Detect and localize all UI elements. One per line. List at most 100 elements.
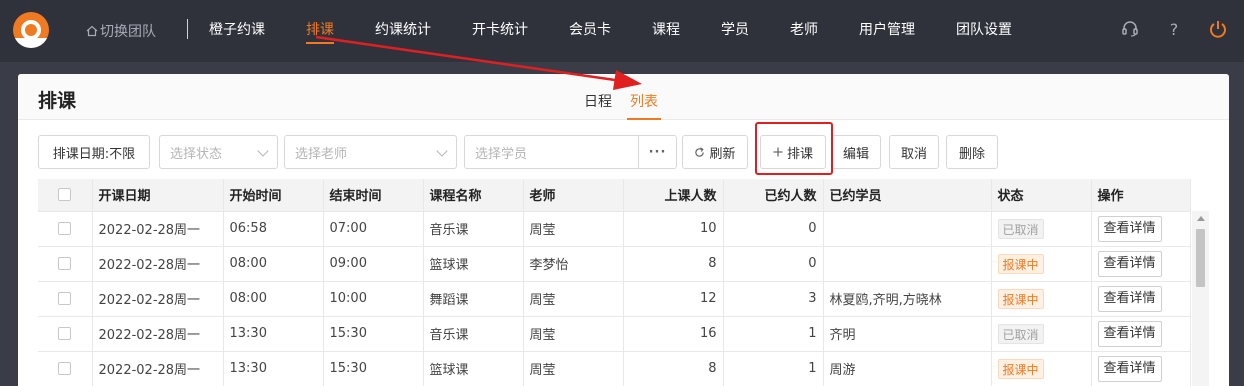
- row-checkbox[interactable]: [58, 327, 72, 340]
- cell-teacher: 周莹: [523, 211, 624, 247]
- help-icon[interactable]: ?: [1164, 18, 1184, 40]
- nav-item-4[interactable]: 会员卡: [569, 20, 611, 44]
- filter-toolbar: 排课日期:不限 选择状态 选择老师 选择学员 ··· 刷新 排课 编辑 取消 删…: [38, 135, 1218, 169]
- row-checkbox-cell: [38, 316, 93, 352]
- delete-button[interactable]: 删除: [946, 135, 998, 169]
- row-checkbox[interactable]: [58, 222, 72, 235]
- refresh-button[interactable]: 刷新: [682, 135, 748, 169]
- edit-button[interactable]: 编辑: [831, 135, 881, 169]
- schedule-table: 开课日期 开始时间 结束时间 课程名称 老师 上课人数 已约人数 已约学员 状态 操作 2022-…: [38, 179, 1191, 386]
- chevron-down-icon: [257, 145, 269, 157]
- cell-teacher: 周莹: [523, 316, 624, 352]
- cell-start: 08:00: [223, 246, 324, 282]
- view-detail-button[interactable]: 查看详情: [1097, 250, 1162, 277]
- cell-students: [823, 246, 992, 282]
- nav-item-5[interactable]: 课程: [652, 20, 680, 44]
- nav-item-1[interactable]: 排课: [306, 20, 334, 44]
- cell-status: 已取消: [991, 211, 1092, 247]
- row-checkbox-cell: [38, 246, 93, 282]
- nav-item-2[interactable]: 约课统计: [375, 20, 431, 44]
- teacher-select[interactable]: 选择老师: [284, 135, 457, 169]
- cell-date: 2022-02-28周一: [92, 316, 224, 352]
- cell-action: 查看详情: [1091, 211, 1191, 247]
- cell-course: 舞蹈课: [423, 281, 524, 317]
- status-badge: 报课中: [997, 253, 1044, 274]
- cell-students: 齐明: [823, 316, 992, 352]
- topbar-actions: ?: [1120, 18, 1228, 40]
- cell-course: 音乐课: [423, 211, 524, 247]
- panel-header: 排课 日程 列表: [18, 74, 1229, 120]
- student-picker[interactable]: 选择学员 ···: [464, 135, 677, 169]
- switch-team-button[interactable]: 切换团队: [86, 21, 156, 41]
- brand-logo-icon[interactable]: [13, 12, 49, 48]
- view-detail-button[interactable]: 查看详情: [1097, 215, 1162, 242]
- cell-action: 查看详情: [1091, 316, 1191, 352]
- row-checkbox[interactable]: [58, 362, 72, 375]
- view-detail-button[interactable]: 查看详情: [1097, 355, 1162, 382]
- cell-booked: 0: [723, 246, 824, 282]
- cell-booked: 1: [723, 351, 824, 386]
- top-navigation-bar: 切换团队 橙子约课 排课 约课统计 开卡统计 会员卡 课程 学员 老师 用户管理 团队设置 ?: [0, 0, 1244, 62]
- row-checkbox[interactable]: [58, 257, 72, 270]
- student-picker-more-button[interactable]: ···: [638, 136, 676, 168]
- cell-action: 查看详情: [1091, 281, 1191, 317]
- view-detail-button[interactable]: 查看详情: [1097, 320, 1162, 347]
- table-body: 2022-02-28周一 06:58 07:00 音乐课 周莹 10 0 已取消 查看详情 202…: [38, 211, 1191, 386]
- cell-students: 林夏鸥,齐明,方晓林: [823, 281, 992, 317]
- headset-icon[interactable]: [1120, 18, 1140, 40]
- schedule-panel: 排课 日程 列表 排课日期:不限 选择状态 选择老师 选择学员 ··· 刷新 排课…: [18, 74, 1229, 386]
- refresh-icon: [695, 146, 705, 157]
- main-nav: 橙子约课 排课 约课统计 开卡统计 会员卡 课程 学员 老师 用户管理 团队设置: [209, 20, 1012, 44]
- nav-item-9[interactable]: 团队设置: [956, 20, 1012, 44]
- table-row[interactable]: 2022-02-28周一 13:30 15:30 音乐课 周莹 16 1 齐明 已取消 查看详情: [38, 316, 1191, 352]
- status-badge: 报课中: [997, 288, 1044, 309]
- cell-end: 09:00: [323, 246, 424, 282]
- cell-date: 2022-02-28周一: [92, 281, 224, 317]
- view-tab-0[interactable]: 日程: [584, 91, 612, 120]
- table-row[interactable]: 2022-02-28周一 08:00 09:00 篮球课 李梦怡 8 0 报课中 查看详情: [38, 246, 1191, 282]
- view-detail-button[interactable]: 查看详情: [1097, 285, 1162, 312]
- cell-teacher: 李梦怡: [523, 246, 624, 282]
- nav-item-7[interactable]: 老师: [790, 20, 818, 44]
- cancel-button[interactable]: 取消: [889, 135, 939, 169]
- column-header: 操作: [1091, 179, 1191, 212]
- status-select-placeholder: 选择状态: [170, 146, 223, 162]
- row-checkbox-cell: [38, 351, 93, 386]
- cell-end: 07:00: [323, 211, 424, 247]
- cell-teacher: 周莹: [523, 281, 624, 317]
- cell-status: 报课中: [991, 351, 1092, 386]
- row-checkbox[interactable]: [58, 292, 72, 305]
- date-filter-button[interactable]: 排课日期:不限: [38, 135, 150, 169]
- cell-students: [823, 211, 992, 247]
- table-row[interactable]: 2022-02-28周一 13:30 15:30 篮球课 周莹 8 1 周游 报课中 查看详情: [38, 351, 1191, 386]
- teacher-select-placeholder: 选择老师: [295, 146, 348, 162]
- select-all-checkbox-cell: [38, 179, 93, 212]
- table-row[interactable]: 2022-02-28周一 08:00 10:00 舞蹈课 周莹 12 3 林夏鸥,齐明,方晓林…: [38, 281, 1191, 317]
- table-row[interactable]: 2022-02-28周一 06:58 07:00 音乐课 周莹 10 0 已取消 查看详情: [38, 211, 1191, 247]
- view-tabs: 日程 列表: [584, 91, 661, 120]
- scroll-up-icon[interactable]: [1197, 216, 1205, 221]
- nav-item-6[interactable]: 学员: [721, 20, 749, 44]
- cell-status: 报课中: [991, 246, 1092, 282]
- cell-start: 08:00: [223, 281, 324, 317]
- cell-booked: 3: [723, 281, 824, 317]
- cell-status: 已取消: [991, 316, 1092, 352]
- nav-item-3[interactable]: 开卡统计: [472, 20, 528, 44]
- view-tab-1[interactable]: 列表: [627, 91, 661, 120]
- status-select[interactable]: 选择状态: [159, 135, 278, 169]
- column-header: 老师: [523, 179, 624, 212]
- table-scrollbar[interactable]: [1192, 211, 1209, 386]
- scrollbar-thumb[interactable]: [1196, 229, 1205, 287]
- power-icon[interactable]: [1208, 18, 1228, 40]
- nav-divider: [187, 19, 188, 39]
- cell-course: 篮球课: [423, 351, 524, 386]
- column-header: 状态: [991, 179, 1092, 212]
- home-icon: [86, 25, 98, 37]
- cell-date: 2022-02-28周一: [92, 211, 224, 247]
- nav-item-0[interactable]: 橙子约课: [209, 20, 265, 44]
- select-all-checkbox[interactable]: [58, 188, 72, 202]
- status-badge: 已取消: [997, 323, 1044, 344]
- cell-capacity: 8: [623, 246, 724, 282]
- nav-item-8[interactable]: 用户管理: [859, 20, 915, 44]
- refresh-label: 刷新: [709, 146, 736, 162]
